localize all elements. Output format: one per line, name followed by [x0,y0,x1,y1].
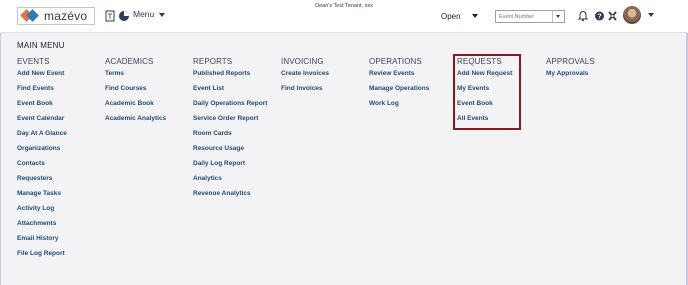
menu-link[interactable]: Published Reports [193,70,267,85]
menu-link[interactable]: Daily Operations Report [193,100,267,115]
menu-link[interactable]: Manage Tasks [17,190,67,205]
menu-link[interactable]: Event Calendar [17,115,67,130]
logo-text: mazévo [44,9,88,23]
approvals-list: My Approvals [546,70,595,85]
operations-column: OPERATIONS Review Events Manage Operatio… [369,56,429,115]
events-list: Add New Event Find Events Event Book Eve… [17,70,67,265]
help-icon[interactable]: ? [594,9,605,27]
menu-link[interactable]: Day At A Glance [17,130,67,145]
menu-link[interactable]: Academic Book [105,100,166,115]
open-filter-chevron-icon[interactable] [472,14,478,18]
window-border-left [0,0,1,285]
column-header: EVENTS [17,57,50,66]
menu-link[interactable]: Resource Usage [193,145,267,160]
menu-link[interactable]: Create Invoices [281,70,329,85]
menu-link[interactable]: Room Cards [193,130,267,145]
menu-link[interactable]: Find Courses [105,85,166,100]
requests-highlight-box [453,54,521,130]
top-bar: mazévo Menu Dean's Test Tenant, xxx Open [0,0,688,33]
menu-link[interactable]: Service Order Report [193,115,267,130]
menu-link[interactable]: Academic Analytics [105,115,166,130]
menu-button[interactable]: Menu [133,9,165,19]
menu-link[interactable]: Manage Operations [369,85,429,100]
reports-column: REPORTS Published Reports Event List Dai… [193,56,267,205]
pie-chart-icon[interactable] [118,9,130,27]
settings-icon[interactable] [607,9,618,27]
user-avatar[interactable] [623,6,641,24]
events-column: EVENTS Add New Event Find Events Event B… [17,56,67,265]
menu-link[interactable]: Add New Event [17,70,67,85]
menu-link[interactable]: My Approvals [546,70,595,85]
operations-list: Review Events Manage Operations Work Log [369,70,429,115]
menu-label: Menu [133,9,155,19]
bell-icon[interactable] [577,9,589,27]
academics-list: Terms Find Courses Academic Book Academi… [105,70,166,130]
menu-link[interactable]: File Log Report [17,250,67,265]
column-header: ACADEMICS [105,57,154,66]
menu-link[interactable]: Event Book [17,100,67,115]
column-header: OPERATIONS [369,57,422,66]
tenant-name: Dean's Test Tenant, xxx [315,3,373,9]
menu-link[interactable]: Activity Log [17,205,67,220]
menu-link[interactable]: Requesters [17,175,67,190]
menu-link[interactable]: Find Events [17,85,67,100]
menu-link[interactable]: Contacts [17,160,67,175]
main-menu-title: MAIN MENU [17,41,65,50]
menu-link[interactable]: Review Events [369,70,429,85]
column-header: APPROVALS [546,57,595,66]
mazevo-logo[interactable]: mazévo [17,7,95,25]
menu-link[interactable]: Revenue Analytics [193,190,267,205]
calendar-icon[interactable] [105,9,115,27]
menu-link[interactable]: Attachments [17,220,67,235]
event-number-input[interactable] [499,11,551,22]
open-filter-label[interactable]: Open [441,12,461,21]
chevron-down-icon [158,12,165,17]
invoicing-list: Create Invoices Find Invoices [281,70,329,100]
logo-mark-icon [20,8,41,24]
menu-link[interactable]: Email History [17,235,67,250]
menu-link[interactable]: Organizations [17,145,67,160]
menu-link[interactable]: Daily Log Report [193,160,267,175]
svg-text:?: ? [597,13,601,20]
column-header: INVOICING [281,57,324,66]
approvals-column: APPROVALS My Approvals [546,56,595,85]
menu-link[interactable]: Terms [105,70,166,85]
menu-link[interactable]: Analytics [193,175,267,190]
column-header: REPORTS [193,57,233,66]
event-number-search[interactable] [495,10,565,23]
user-menu-chevron-icon[interactable] [648,13,654,17]
menu-link[interactable]: Work Log [369,100,429,115]
invoicing-column: INVOICING Create Invoices Find Invoices [281,56,329,100]
menu-link[interactable]: Event List [193,85,267,100]
menu-link[interactable]: Find Invoices [281,85,329,100]
academics-column: ACADEMICS Terms Find Courses Academic Bo… [105,56,166,130]
reports-list: Published Reports Event List Daily Opera… [193,70,267,205]
search-dropdown-icon[interactable] [552,11,564,22]
